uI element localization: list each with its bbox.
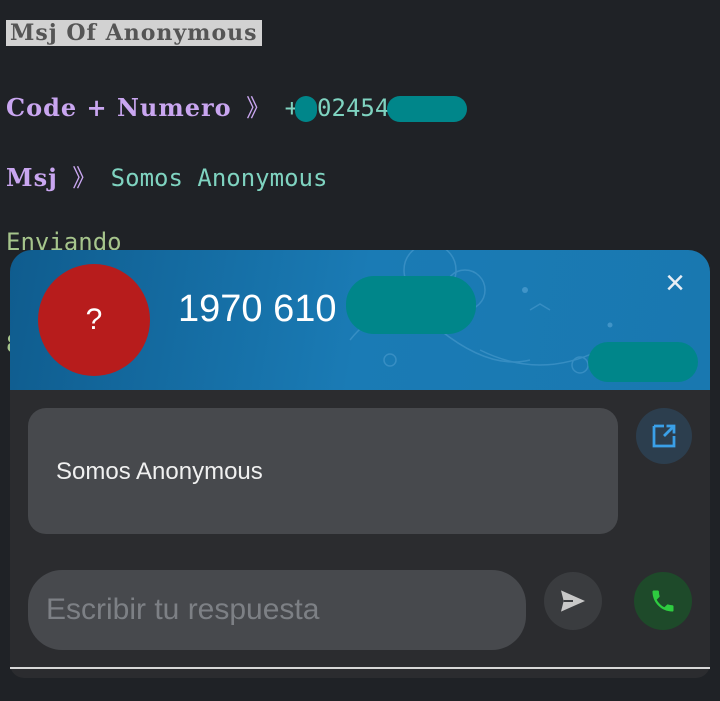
send-button[interactable] xyxy=(544,572,602,630)
sms-popup: ? 1970 610 × Somos Anonymous xyxy=(10,250,710,678)
reply-input[interactable] xyxy=(28,570,526,650)
message-value: Somos Anonymous xyxy=(110,164,328,192)
terminal-code-line: Code + Numero 》 +02454 xyxy=(6,88,468,123)
message-bubble: Somos Anonymous xyxy=(28,408,618,534)
call-button[interactable] xyxy=(634,572,692,630)
unknown-contact-icon: ? xyxy=(85,303,103,336)
terminal-title: Msj Of Anonymous xyxy=(6,20,262,46)
contact-avatar[interactable]: ? xyxy=(38,264,150,376)
code-number-label: Code + Numero xyxy=(6,93,232,122)
close-icon: × xyxy=(665,264,685,302)
close-button[interactable]: × xyxy=(658,266,692,300)
redaction-blot xyxy=(387,96,468,122)
redaction-blot xyxy=(588,342,698,382)
open-conversation-button[interactable] xyxy=(636,408,692,464)
open-external-icon xyxy=(652,424,676,448)
send-icon xyxy=(561,590,585,612)
message-text: Somos Anonymous xyxy=(56,458,263,485)
terminal-title-line: Msj Of Anonymous xyxy=(6,18,262,46)
prompt-arrow: 》 xyxy=(72,164,97,192)
caller-number: 1970 610 xyxy=(178,288,337,330)
prompt-arrow: 》 xyxy=(246,94,271,122)
message-label: Msj xyxy=(6,163,58,192)
terminal-message-line: Msj 》 Somos Anonymous xyxy=(6,158,327,193)
phone-icon xyxy=(652,590,674,612)
redaction-blot xyxy=(295,96,318,122)
divider xyxy=(10,667,710,669)
popup-header: ? 1970 610 × xyxy=(10,250,710,390)
redaction-blot xyxy=(346,276,476,334)
phone-digits: 02454 xyxy=(317,94,390,122)
